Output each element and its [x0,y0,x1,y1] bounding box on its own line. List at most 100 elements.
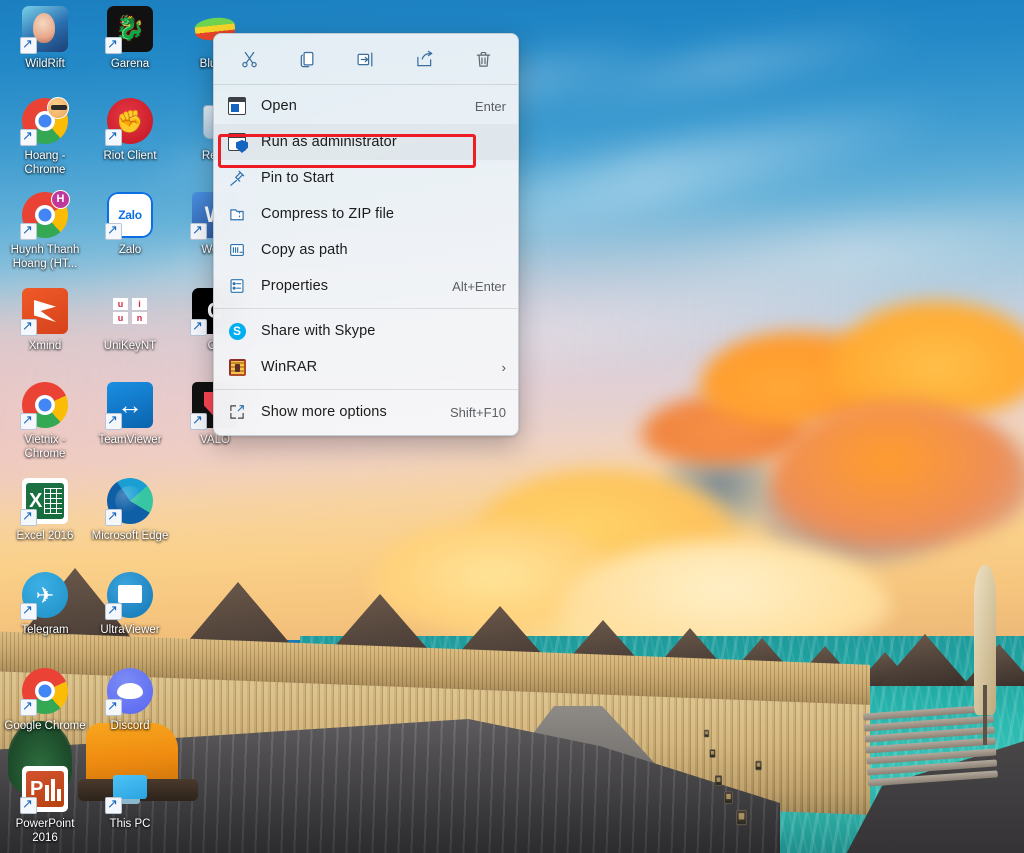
menu-item-label: Run as administrator [261,134,397,150]
share-icon[interactable] [408,44,442,74]
shortcut-arrow-icon [20,35,37,54]
xmind-icon [20,288,68,336]
unikey-icon: uiun [107,288,153,334]
command-bar-separator [214,84,518,85]
profile-avatar-badge [47,97,69,119]
shortcut-arrow-icon [105,601,122,620]
winrar-icon [227,357,247,377]
desktop-icon-ultraviewer[interactable]: UltraViewer [88,572,172,637]
desktop-icon-grid: WildRiftGarenaBlueSHoang - ChromeRiot Cl… [0,0,238,853]
shortcut-arrow-icon [105,127,122,146]
desktop-icon-label: Microsoft Edge [91,530,169,542]
desktop-icon-label: Huynh Thanh Hoang (HT... [10,244,80,270]
desktop-icon-hoang-chrome[interactable]: Hoang - Chrome [3,97,87,177]
delete-icon[interactable] [466,44,500,74]
zalo-icon [105,192,153,240]
desktop-icon-label: Hoang - Chrome [24,150,66,176]
desktop-icon-unikeynt[interactable]: u i u n UniKeyNT [88,288,172,353]
desktop-icon-label: Vietnix - Chrome [24,434,66,460]
desktop-icon-excel-2016[interactable]: X Excel 2016 [3,478,87,543]
context-menu-items: Open Enter Run as administrator Pin to Star… [214,88,518,430]
desktop-icon-label: PowerPoint 2016 [15,818,75,844]
menu-item-label: Show more options [261,404,387,420]
cut-icon[interactable] [232,44,266,74]
profile-initial-badge: H [51,190,70,209]
menu-item-label: Properties [261,278,329,294]
menu-item-show-more-options[interactable]: Show more options Shift+F10 [214,394,518,430]
riot-icon [105,98,153,146]
desktop-icon-xmind[interactable]: Xmind [3,288,87,353]
chrome2-icon: H [20,190,70,240]
desktop-icon-label: Garena [110,58,150,70]
desktop-icon-label: Google Chrome [4,720,86,732]
pin-icon [227,168,247,188]
powerpoint-p-glyph: P [30,778,44,800]
menu-item-label: Copy as path [261,242,348,258]
desktop-icon-discord[interactable]: Discord [88,668,172,733]
menu-item-pin-to-start[interactable]: Pin to Start [214,160,518,196]
menu-item-open[interactable]: Open Enter [214,88,518,124]
shortcut-arrow-icon [20,221,37,240]
pier-lantern [736,809,747,826]
shortcut-arrow-icon [105,795,122,814]
desktop-icon-label: UniKeyNT [103,340,157,352]
shortcut-arrow-icon [190,317,207,336]
menu-item-properties[interactable]: Properties Alt+Enter [214,268,518,304]
shortcut-arrow-icon [20,697,37,716]
skype-icon [227,321,247,341]
desktop-icon-teamviewer[interactable]: TeamViewer [88,382,172,447]
desktop-icon-this-pc[interactable]: This PC [88,766,172,831]
rename-icon[interactable] [349,44,383,74]
telegram-icon [20,572,68,620]
powerpoint-bars-glyph [45,777,61,801]
shortcut-arrow-icon [190,411,207,430]
desktop-icon-vietnix-chrome[interactable]: Vietnix - Chrome [3,382,87,461]
shortcut-arrow-icon [105,697,122,716]
excel-grid-glyph [44,488,62,514]
chrome4-icon [20,668,68,716]
excel-x-glyph: X [29,490,43,512]
file-context-menu[interactable]: Open Enter Run as administrator Pin to Star… [213,33,519,436]
desktop-icon-wildrift[interactable]: WildRift [3,6,87,71]
menu-item-compress-to-zip-file[interactable]: Compress to ZIP file [214,196,518,232]
menu-item-shortcut: Alt+Enter [452,278,506,294]
desktop-icon-riot-client[interactable]: Riot Client [88,98,172,163]
desktop-icon-garena[interactable]: Garena [88,6,172,71]
desktop-icon-label: Telegram [21,624,69,636]
desktop-icon-microsoft-edge[interactable]: Microsoft Edge [88,478,172,543]
copy-icon[interactable] [291,44,325,74]
desktop-icon-powerpoint-2016[interactable]: P PowerPoint 2016 [3,766,87,845]
menu-item-run-as-administrator[interactable]: Run as administrator [214,124,518,160]
discord-icon [105,668,153,716]
pier-lantern [709,749,716,758]
desktop-icon-telegram[interactable]: Telegram [3,572,87,637]
zip-folder-icon [227,204,247,224]
desktop-icon-huynh-thanh-hoang-chrome[interactable]: H Huynh Thanh Hoang (HT... [3,190,87,271]
desktop-icon-label: Riot Client [103,150,157,162]
desktop-icon-label: TeamViewer [98,434,162,446]
desktop-icon-label: This PC [109,818,151,830]
show-more-icon [227,402,247,422]
menu-item-share-with-skype[interactable]: Share with Skype [214,313,518,349]
menu-item-copy-as-path[interactable]: Copy as path [214,232,518,268]
teamviewer-icon [105,382,153,430]
shortcut-arrow-icon [105,35,122,54]
ppt-icon: P [20,766,68,814]
menu-item-label: WinRAR [261,359,318,375]
wildrift-icon [20,6,68,54]
menu-separator [214,308,518,309]
desktop-icon-label: WildRift [25,58,65,70]
desktop-icon-zalo[interactable]: Zalo [88,192,172,257]
menu-item-shortcut: Shift+F10 [449,404,506,420]
menu-item-winrar[interactable]: WinRAR › [214,349,518,385]
desktop-icon-google-chrome[interactable]: Google Chrome [3,668,87,733]
shortcut-arrow-icon [190,221,207,240]
copy-path-icon [227,240,247,260]
chrome-icon [20,97,69,146]
monitor-stand [120,799,140,804]
properties-icon [227,276,247,296]
closed-umbrella [972,565,998,745]
shield-window-icon [227,132,248,153]
menu-item-label: Open [261,98,297,114]
pier-lantern [724,791,733,804]
